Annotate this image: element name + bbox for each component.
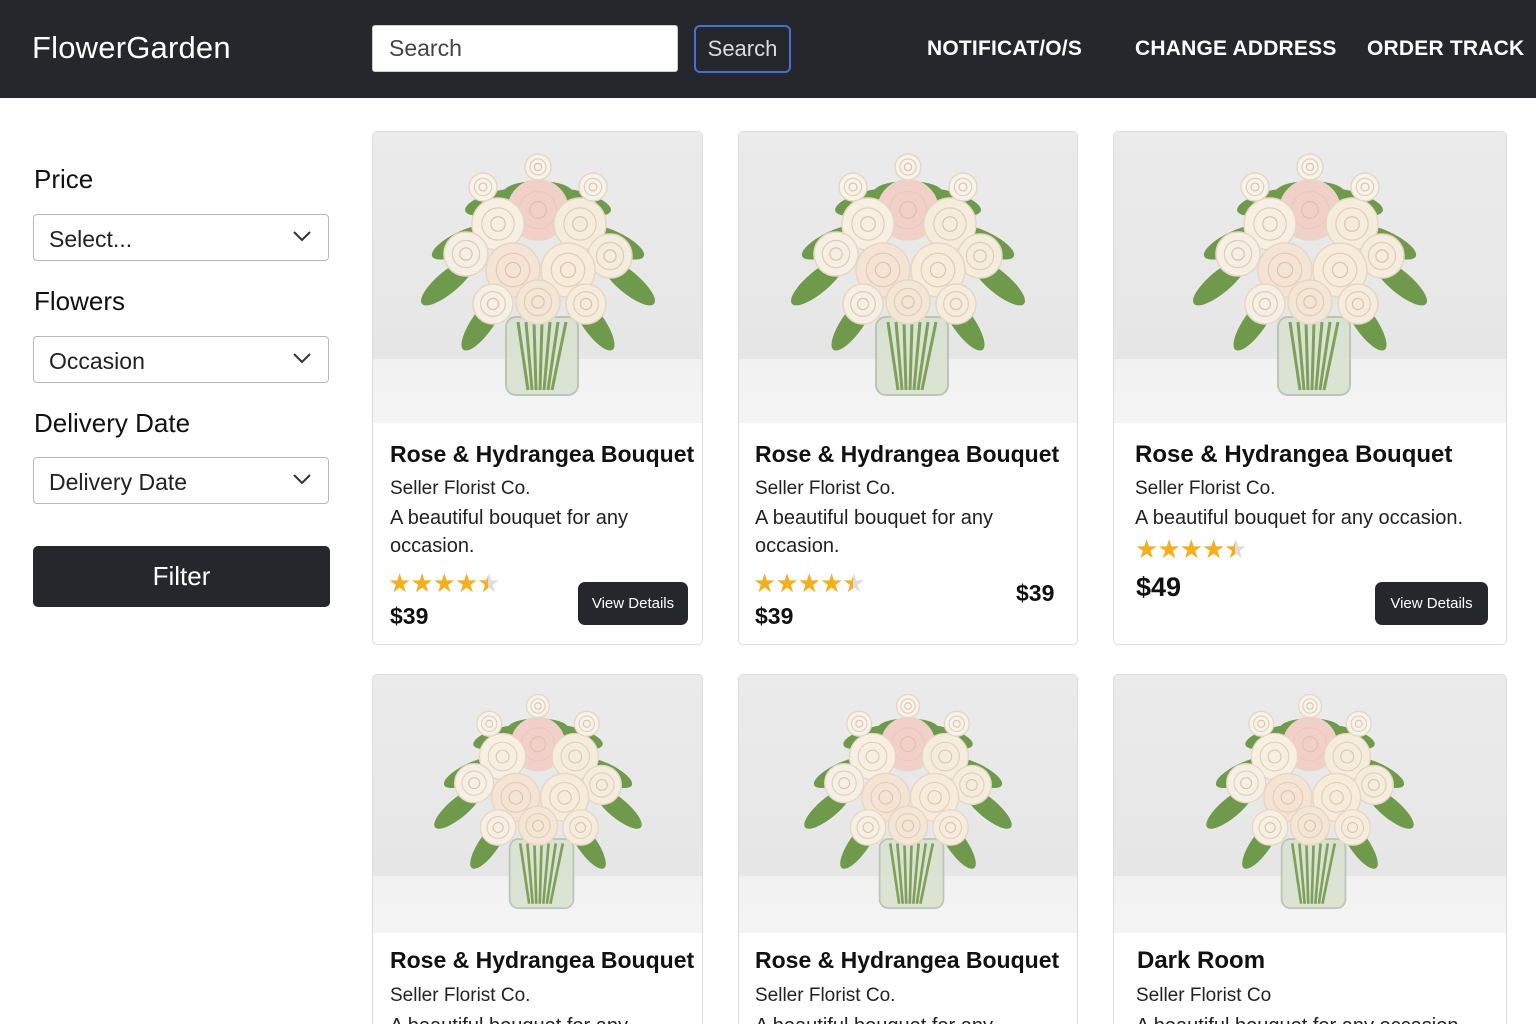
product-description: A beautiful bouquet for any (390, 1012, 628, 1024)
price-select[interactable]: Select... (33, 214, 329, 261)
product-description: A beautiful bouquet for any (755, 1012, 993, 1024)
product-price: $39 (755, 603, 794, 629)
product-seller: Seller Florist Co. (1135, 478, 1276, 499)
bouquet-illustration (1206, 693, 1414, 910)
description-line: occasion. (390, 535, 475, 557)
product-description: A beautiful bouquet for any occasion. (390, 504, 628, 560)
chevron-down-icon (293, 474, 311, 485)
product-seller: Seller Florist Co. (390, 985, 531, 1006)
star-rating: ★★★★★★ (753, 568, 866, 598)
occasion-select-value: Occasion (49, 348, 145, 374)
product-card[interactable]: Rose & Hydrangea Bouquet Seller Florist … (372, 674, 703, 1024)
nav-notifications[interactable]: NOTIFICAT/O/S (927, 37, 1082, 61)
product-image[interactable] (373, 132, 702, 423)
flowers-label: Flowers (34, 286, 126, 316)
star-icon: ★ (454, 568, 478, 598)
product-title[interactable]: Rose & Hydrangea Bouquet (390, 947, 694, 974)
bouquet-illustration (804, 693, 1012, 910)
star-icon: ★ (753, 568, 776, 598)
star-icon: ★ (819, 568, 843, 598)
star-icon: ★ (388, 568, 411, 598)
product-image[interactable] (373, 675, 702, 933)
product-price-secondary: $39 (1016, 580, 1055, 606)
delivery-date-select[interactable]: Delivery Date (33, 457, 329, 504)
product-card[interactable]: Rose & Hydrangea Bouquet Seller Florist … (1113, 131, 1507, 645)
star-icon: ★ (775, 568, 798, 598)
star-icon: ★ (797, 568, 821, 598)
delivery-date-select-value: Delivery Date (49, 469, 188, 495)
chevron-down-icon (293, 231, 311, 242)
product-title[interactable]: Rose & Hydrangea Bouquet (390, 441, 694, 468)
product-description: A beautiful bouquet for any occasion. (755, 504, 993, 560)
description-line: A beautiful bouquet for any (755, 1012, 993, 1024)
product-image[interactable] (1114, 675, 1506, 933)
star-icon: ★ (1179, 534, 1203, 564)
product-title[interactable]: Rose & Hydrangea Bouquet (755, 441, 1059, 468)
product-image[interactable] (1114, 132, 1506, 423)
product-image[interactable] (739, 132, 1077, 423)
star-icon: ★ (432, 568, 456, 598)
product-price: $39 (390, 603, 429, 629)
star-half-icon: ★★ (842, 568, 865, 598)
product-price: $49 (1136, 572, 1182, 602)
product-seller: Seller Florist Co. (755, 478, 896, 499)
bouquet-illustration (420, 153, 655, 396)
product-description: A beautiful bouquet for any occasion. (1135, 504, 1463, 532)
bouquet-illustration (433, 693, 642, 910)
description-line: A beautiful bouquet for any occasion. (1136, 1012, 1464, 1024)
bouquet-illustration (791, 153, 1025, 396)
star-half-icon: ★★ (477, 568, 500, 598)
description-line: A beautiful bouquet for any (390, 1012, 628, 1024)
occasion-select[interactable]: Occasion (33, 336, 329, 383)
price-select-value: Select... (49, 226, 133, 252)
nav-order-track[interactable]: ORDER TRACK (1367, 37, 1524, 61)
brand-logo[interactable]: FlowerGarden (32, 30, 231, 66)
star-icon: ★ (410, 568, 433, 598)
product-card[interactable]: Rose & Hydrangea Bouquet Seller Florist … (738, 674, 1078, 1024)
product-image[interactable] (739, 675, 1077, 933)
view-details-button[interactable]: View Details (1375, 582, 1488, 625)
price-label: Price (34, 164, 94, 194)
product-card[interactable]: Rose & Hydrangea Bouquet Seller Florist … (372, 131, 703, 645)
star-rating: ★★★★★★ (388, 568, 501, 598)
description-line: A beautiful bouquet for any (755, 507, 993, 529)
product-title[interactable]: Rose & Hydrangea Bouquet (1135, 441, 1452, 469)
star-icon: ★ (1135, 534, 1158, 564)
search-button[interactable]: Search (694, 25, 791, 73)
nav-change-address[interactable]: CHANGE ADDRESS (1135, 37, 1337, 61)
view-details-button[interactable]: View Details (578, 582, 688, 625)
description-line: A beautiful bouquet for any occasion. (1135, 507, 1464, 529)
star-icon: ★ (1201, 534, 1225, 564)
chevron-down-icon (293, 353, 311, 364)
product-title[interactable]: Dark Room (1137, 947, 1265, 975)
product-card[interactable]: Rose & Hydrangea Bouquet Seller Florist … (738, 131, 1078, 645)
product-seller: Seller Florist Co. (390, 478, 531, 499)
star-icon: ★ (1157, 534, 1180, 564)
product-card[interactable]: Dark Room Seller Florist Co A beautiful … (1113, 674, 1507, 1024)
filter-button[interactable]: Filter (33, 546, 330, 607)
description-line: occasion. (755, 535, 840, 557)
product-seller: Seller Florist Co (1136, 985, 1272, 1006)
product-description: A beautiful bouquet for any occasion. (1136, 1012, 1464, 1024)
star-half-icon: ★★ (1224, 534, 1247, 564)
search-input[interactable] (372, 25, 678, 72)
top-navbar: FlowerGarden Search NOTIFICAT/O/S CHANGE… (0, 0, 1536, 98)
product-title[interactable]: Rose & Hydrangea Bouquet (755, 947, 1059, 974)
star-rating: ★★★★★★ (1135, 534, 1248, 564)
description-line: A beautiful bouquet for any (390, 507, 628, 529)
delivery-date-label: Delivery Date (34, 408, 191, 438)
bouquet-illustration (1193, 153, 1427, 396)
product-seller: Seller Florist Co. (755, 985, 896, 1006)
